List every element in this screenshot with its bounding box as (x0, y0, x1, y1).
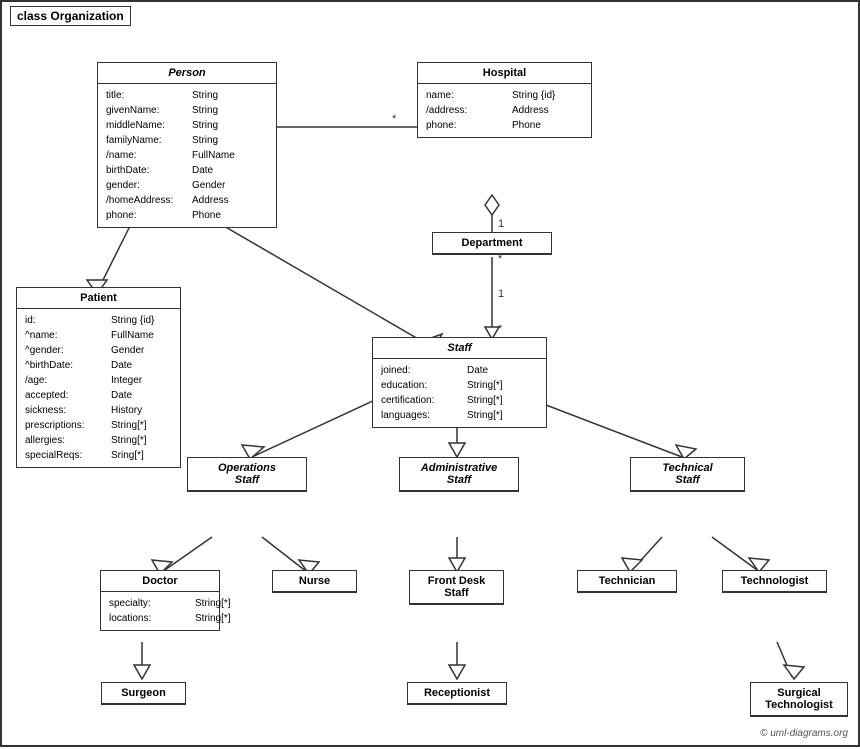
class-doctor-body: specialty:String[*] locations:String[*] (101, 592, 219, 630)
class-operations-staff-header: OperationsStaff (188, 458, 306, 491)
class-technician-header: Technician (578, 571, 676, 592)
class-person-body: title:String givenName:String middleName… (98, 84, 276, 227)
class-hospital-body: name:String {id} /address:Address phone:… (418, 84, 591, 137)
diagram-title: class Organization (10, 6, 131, 26)
class-patient-body: id:String {id} ^name:FullName ^gender:Ge… (17, 309, 180, 467)
copyright: © uml-diagrams.org (760, 728, 848, 739)
class-surgical-technologist: SurgicalTechnologist (750, 682, 848, 717)
class-patient-header: Patient (17, 288, 180, 309)
class-receptionist: Receptionist (407, 682, 507, 705)
class-doctor-header: Doctor (101, 571, 219, 592)
class-staff-body: joined:Date education:String[*] certific… (373, 359, 546, 427)
class-surgeon-header: Surgeon (102, 683, 185, 704)
svg-text:*: * (498, 323, 503, 335)
class-doctor: Doctor specialty:String[*] locations:Str… (100, 570, 220, 631)
class-hospital-header: Hospital (418, 63, 591, 84)
class-front-desk-staff-header: Front DeskStaff (410, 571, 503, 604)
class-technical-staff-header: TechnicalStaff (631, 458, 744, 491)
svg-text:1: 1 (498, 288, 504, 300)
class-staff-header: Staff (373, 338, 546, 359)
class-hospital: Hospital name:String {id} /address:Addre… (417, 62, 592, 138)
diagram-container: class Organization * * 1 * 1 * * (0, 0, 860, 747)
class-nurse: Nurse (272, 570, 357, 593)
class-patient: Patient id:String {id} ^name:FullName ^g… (16, 287, 181, 468)
class-front-desk-staff: Front DeskStaff (409, 570, 504, 605)
class-nurse-header: Nurse (273, 571, 356, 592)
class-technologist: Technologist (722, 570, 827, 593)
class-technician: Technician (577, 570, 677, 593)
class-surgical-technologist-header: SurgicalTechnologist (751, 683, 847, 716)
svg-text:*: * (392, 113, 397, 125)
class-staff: Staff joined:Date education:String[*] ce… (372, 337, 547, 428)
class-technical-staff: TechnicalStaff (630, 457, 745, 492)
class-surgeon: Surgeon (101, 682, 186, 705)
class-receptionist-header: Receptionist (408, 683, 506, 704)
class-person-header: Person (98, 63, 276, 84)
class-person: Person title:String givenName:String mid… (97, 62, 277, 228)
class-technologist-header: Technologist (723, 571, 826, 592)
class-administrative-staff: AdministrativeStaff (399, 457, 519, 492)
class-administrative-staff-header: AdministrativeStaff (400, 458, 518, 491)
class-department-header: Department (433, 233, 551, 254)
svg-text:1: 1 (498, 218, 504, 230)
class-operations-staff: OperationsStaff (187, 457, 307, 492)
class-department: Department (432, 232, 552, 255)
